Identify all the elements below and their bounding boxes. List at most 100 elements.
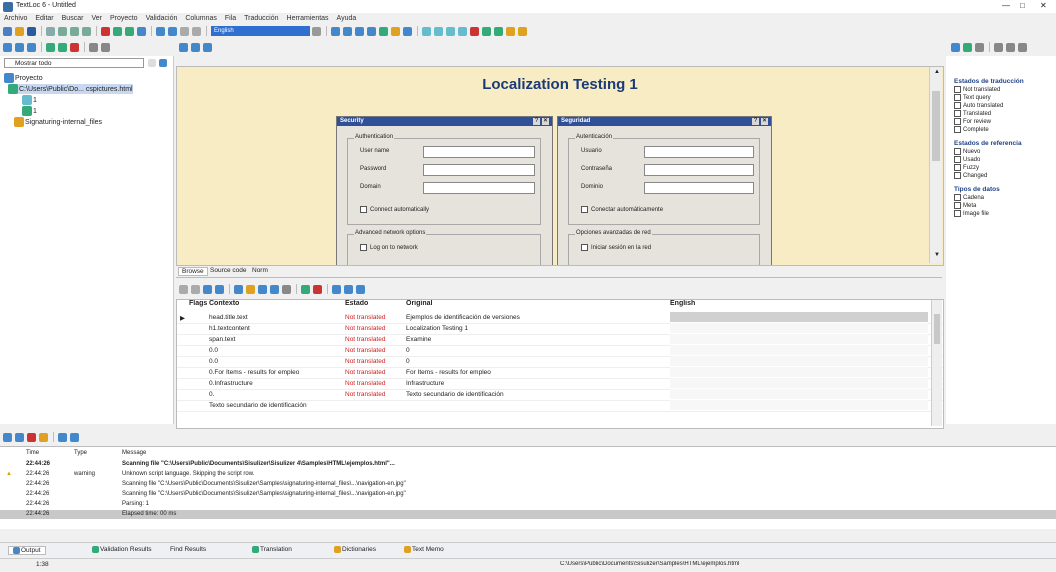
panel-4-icon[interactable] (994, 42, 1003, 52)
filter-icon[interactable] (180, 26, 189, 36)
zoom-icon[interactable] (179, 42, 188, 52)
edit-source-icon[interactable] (58, 42, 67, 52)
filter-option[interactable]: Complete (954, 126, 989, 133)
filter-option[interactable]: Changed (954, 172, 987, 179)
state-8-icon[interactable] (506, 26, 515, 36)
cut-icon[interactable] (58, 26, 67, 36)
chevron-down-icon[interactable] (148, 59, 156, 67)
log-row[interactable]: 22:44:26 Scanning file "C:\Users\Public\D… (0, 460, 1056, 469)
menu-item[interactable]: Proyecto (110, 15, 138, 22)
tree-item-source-file[interactable]: C:\Users\Public\Do... cspictures.html (8, 84, 133, 94)
column-header-flags[interactable]: Flags (189, 300, 207, 307)
tree-item-node[interactable]: 1 (22, 95, 37, 105)
cell-english[interactable] (670, 400, 928, 410)
menu-item[interactable]: Herramientas (287, 15, 329, 22)
fit-icon[interactable] (191, 42, 200, 52)
domain-field[interactable] (644, 182, 754, 194)
filter-option[interactable]: Meta (954, 202, 976, 209)
options-icon[interactable] (101, 42, 110, 52)
expand-icon[interactable] (15, 42, 24, 52)
replace-icon[interactable] (215, 284, 224, 294)
menu-item[interactable]: Ver (91, 15, 102, 22)
panel-3-icon[interactable] (975, 42, 984, 52)
column-header-estado[interactable]: Estado (345, 300, 368, 307)
columns-icon[interactable] (367, 26, 376, 36)
state-3-icon[interactable] (446, 26, 455, 36)
view-icon[interactable] (331, 26, 340, 36)
tab-output[interactable]: Output (8, 546, 46, 556)
log-row[interactable]: 22:44:26 Parsing: 1 (0, 500, 1056, 509)
column-header-english[interactable]: English (670, 300, 695, 307)
domain-field[interactable] (423, 182, 535, 194)
filter-option[interactable]: Nuevo (954, 148, 980, 155)
cell-english[interactable] (670, 312, 928, 322)
log-row[interactable]: ▲ 22:44:26 warning Unknown script language.… (0, 470, 1056, 479)
panel-1-icon[interactable] (951, 42, 960, 52)
run-icon[interactable] (125, 26, 134, 36)
new-icon[interactable] (3, 26, 12, 36)
filter-option[interactable]: For review (954, 118, 991, 125)
column-header-original[interactable]: Original (406, 300, 432, 307)
filter-option[interactable]: Auto translated (954, 102, 1003, 109)
help-button[interactable]: ? (533, 118, 540, 125)
cell-english[interactable] (670, 367, 928, 377)
filter-select[interactable]: Mostrar todo (4, 58, 144, 68)
menu-item[interactable]: Columnas (185, 15, 217, 22)
filter-option[interactable]: Translated (954, 110, 991, 117)
tab-translation[interactable]: Translation (252, 546, 292, 553)
add-source-icon[interactable] (46, 42, 55, 52)
cell-english[interactable] (670, 345, 928, 355)
tree-item-folder[interactable]: Signaturing-internal_files (14, 117, 102, 127)
star-icon[interactable] (391, 26, 400, 36)
reject-icon[interactable] (313, 284, 322, 294)
info-icon[interactable] (258, 284, 267, 294)
settings-icon[interactable] (282, 284, 291, 294)
panel-2-icon[interactable] (963, 42, 972, 52)
connect-checkbox[interactable]: Conectar automáticamente (581, 206, 663, 213)
copy-icon[interactable] (70, 26, 79, 36)
state-4-icon[interactable] (458, 26, 467, 36)
bookmark-icon[interactable] (246, 284, 255, 294)
log-row[interactable]: 22:44:26 Scanning file "C:\Users\Public\D… (0, 480, 1056, 489)
cell-english[interactable] (670, 389, 928, 399)
logon-checkbox[interactable]: Log on to network (360, 244, 418, 251)
menu-item[interactable]: Editar (35, 15, 53, 22)
menu-item[interactable]: Archivo (4, 15, 27, 22)
menu-item[interactable]: Fila (225, 15, 236, 22)
clear-log-icon[interactable] (27, 432, 36, 442)
cell-english[interactable] (670, 323, 928, 333)
comment-icon[interactable] (270, 284, 279, 294)
cell-english[interactable] (670, 378, 928, 388)
build-icon[interactable] (113, 26, 122, 36)
log-row[interactable]: 22:44:26 Scanning file "C:\Users\Public\D… (0, 490, 1056, 499)
connect-checkbox[interactable]: Connect automatically (360, 206, 429, 213)
state-9-icon[interactable] (518, 26, 527, 36)
columns-icon[interactable] (332, 284, 341, 294)
scan-icon[interactable] (101, 26, 110, 36)
export-icon[interactable] (344, 284, 353, 294)
tab-source-code[interactable]: Source code (210, 267, 247, 274)
tab-validation-results[interactable]: Validation Results (92, 546, 152, 553)
cell-english[interactable] (670, 356, 928, 366)
chevron-down-icon[interactable] (312, 26, 321, 36)
translate-icon[interactable] (137, 26, 146, 36)
password-field[interactable] (423, 164, 535, 176)
state-7-icon[interactable] (494, 26, 503, 36)
state-6-icon[interactable] (482, 26, 491, 36)
close-icon[interactable]: ✕ (761, 118, 768, 125)
scroll-up-icon[interactable]: ▲ (934, 69, 940, 75)
filter-option[interactable]: Text query (954, 94, 991, 101)
log-filter-icon[interactable] (70, 432, 79, 442)
language-select[interactable]: English (211, 26, 310, 36)
find-icon[interactable] (203, 284, 212, 294)
remove-source-icon[interactable] (70, 42, 79, 52)
filter-option[interactable]: Not translated (954, 86, 1000, 93)
import-icon[interactable] (356, 284, 365, 294)
refresh-icon[interactable] (3, 42, 12, 52)
menu-item[interactable]: Traducción (244, 15, 278, 22)
accept-icon[interactable] (301, 284, 310, 294)
prev-icon[interactable] (156, 26, 165, 36)
close-button[interactable]: ✕ (1040, 1, 1047, 10)
undo-icon[interactable] (179, 284, 188, 294)
frame-icon[interactable] (203, 42, 212, 52)
